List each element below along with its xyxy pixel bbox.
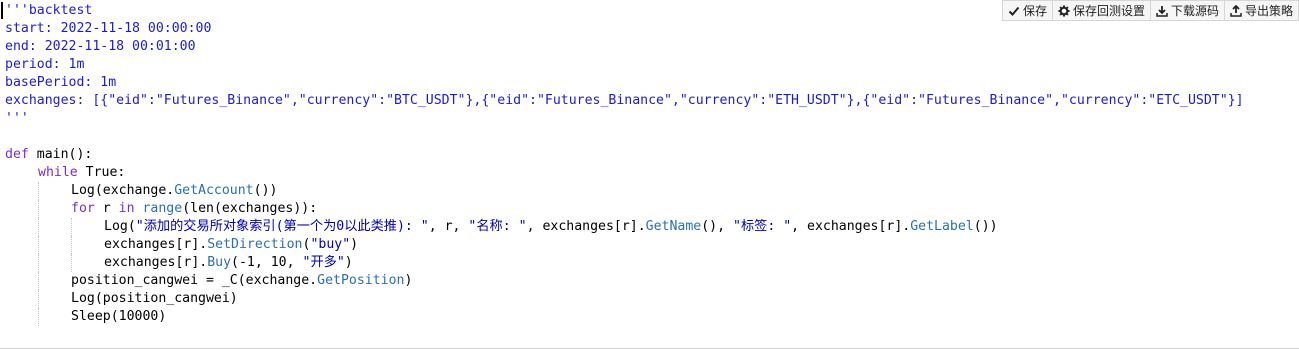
indent-guide: [38, 236, 71, 254]
gear-icon: [1058, 5, 1070, 16]
code-string: "添加的交易所对象索引(第一个为0以此类推): ": [135, 219, 429, 234]
code-line-for: for r in range(len(exchanges)):: [5, 200, 1244, 218]
indent-guide: [5, 236, 38, 254]
code-token: Log(: [104, 219, 136, 234]
code-token: , exchanges[r].: [526, 219, 646, 234]
code-token: r: [94, 201, 119, 216]
code-token: Log(position_cangwei): [71, 291, 238, 306]
code-function: GetName: [645, 219, 702, 234]
indent-guide: [38, 308, 71, 326]
code-token: ): [344, 255, 353, 270]
code-function: GetLabel: [910, 219, 974, 234]
code-string: "buy": [310, 237, 351, 252]
indent-guide: [38, 272, 71, 290]
save-button-label: 保存: [1022, 4, 1047, 18]
code-line: end: 2022-11-18 00:01:00: [5, 39, 196, 54]
indent-guide: [71, 236, 104, 254]
download-icon: [1156, 5, 1168, 17]
code-token: ): [404, 273, 413, 288]
export-icon: [1230, 4, 1242, 17]
indent-guide: [38, 254, 71, 272]
code-token: (),: [701, 219, 733, 234]
code-line: start: 2022-11-18 00:00:00: [5, 21, 212, 36]
code-token: (len(exchanges)):: [182, 201, 318, 216]
code-function: GetPosition: [317, 273, 405, 288]
code-line-log-account: Log(exchange.GetAccount()): [5, 182, 1244, 200]
code-token: ()): [973, 219, 998, 234]
code-line-log-position: Log(position_cangwei): [5, 290, 1244, 308]
indent-guide: [71, 218, 104, 236]
code-line-position: position_cangwei = _C(exchange.GetPositi…: [5, 272, 1244, 290]
code-string: "开多": [302, 255, 345, 270]
indent-guide: [38, 290, 71, 308]
code-token: Sleep(10000): [71, 309, 167, 324]
indent-guide: [5, 164, 38, 182]
keyword-def: def: [5, 147, 29, 162]
indent-guide: [5, 254, 38, 272]
code-editor[interactable]: '''backtest start: 2022-11-18 00:00:00 end…: [0, 0, 1299, 349]
code-token: , r,: [428, 219, 469, 234]
code-token: Log(exchange.: [71, 183, 175, 198]
indent-guide: [5, 290, 38, 308]
save-backtest-settings-label: 保存回测设置: [1072, 4, 1145, 18]
indent-guide: [5, 200, 38, 218]
text-cursor: [1, 2, 3, 19]
keyword-for: for: [71, 201, 95, 216]
code-string: "名称: ": [468, 219, 527, 234]
indent-guide: [5, 182, 38, 200]
code-line: exchanges: [{"eid":"Futures_Binance","cu…: [5, 93, 1244, 108]
indent-guide: [38, 200, 71, 218]
indent-guide: [71, 254, 104, 272]
code-token: exchanges[r].: [104, 237, 208, 252]
indent-guide: [5, 218, 38, 236]
code-line-set-direction: exchanges[r].SetDirection("buy"): [5, 236, 1244, 254]
def-signature: main():: [28, 147, 93, 162]
code-token: position_cangwei = _C(exchange.: [71, 273, 318, 288]
code-line: ''': [5, 111, 29, 126]
keyword-while: while: [38, 165, 78, 180]
code-function: SetDirection: [207, 237, 303, 252]
code-line-while: while True:: [5, 164, 1244, 182]
code-token: ()): [253, 183, 278, 198]
code-line-buy: exchanges[r].Buy(-1, 10, "开多"): [5, 254, 1244, 272]
code-function: Buy: [207, 255, 232, 270]
indent-guide: [5, 272, 38, 290]
save-button[interactable]: 保存: [1001, 0, 1052, 21]
code-content[interactable]: '''backtest start: 2022-11-18 00:00:00 end…: [5, 2, 1244, 326]
code-token: exchanges[r].: [104, 255, 208, 270]
code-line-sleep: Sleep(10000): [5, 308, 1244, 326]
keyword-in: in: [118, 201, 135, 216]
code-token: (-1, 10,: [231, 255, 303, 270]
save-backtest-settings-button[interactable]: 保存回测设置: [1051, 0, 1150, 21]
while-condition: True:: [77, 165, 126, 180]
export-strategy-button[interactable]: 导出策略: [1223, 0, 1299, 21]
indent-guide: [5, 308, 38, 326]
code-token: , exchanges[r].: [791, 219, 911, 234]
indent-guide: [38, 182, 71, 200]
code-function: range: [134, 201, 183, 216]
check-icon: [1008, 6, 1020, 16]
code-function: GetAccount: [174, 183, 254, 198]
editor-toolbar: 保存 保存回测设置 下载源码 导出策略: [1001, 0, 1299, 21]
export-strategy-label: 导出策略: [1244, 4, 1293, 18]
indent-guide: [38, 218, 71, 236]
code-line-def: def main():: [5, 146, 1244, 164]
code-string: "标签: ": [733, 219, 792, 234]
code-line-log-names: Log("添加的交易所对象索引(第一个为0以此类推): ", r, "名称: "…: [5, 218, 1244, 236]
download-source-label: 下载源码: [1170, 4, 1219, 18]
code-token: ): [350, 237, 359, 252]
code-line: period: 1m: [5, 57, 85, 72]
download-source-button[interactable]: 下载源码: [1149, 0, 1224, 21]
code-line: basePeriod: 1m: [5, 75, 117, 90]
